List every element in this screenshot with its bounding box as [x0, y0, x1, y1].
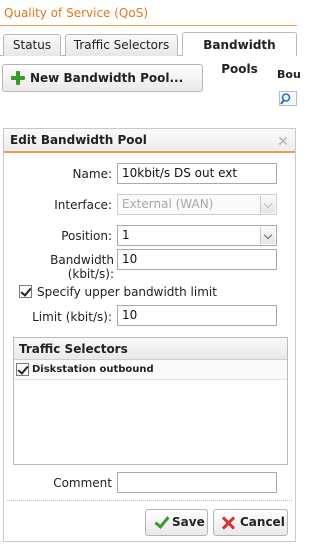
- tab-status[interactable]: Status: [3, 34, 61, 56]
- cancel-label: Cancel: [240, 515, 285, 529]
- tab-bar: Status Traffic Selectors Bandwidth Pools: [0, 26, 297, 76]
- search-field[interactable]: [279, 91, 297, 106]
- name-label: Name:: [72, 167, 112, 181]
- limit-label: Limit (kbit/s):: [32, 310, 112, 324]
- selector-checkbox[interactable]: [16, 363, 29, 376]
- check-icon: [154, 515, 168, 529]
- upper-limit-checkbox[interactable]: [19, 285, 32, 298]
- side-panel-label: Bou: [277, 68, 301, 81]
- position-select[interactable]: 1: [117, 225, 277, 246]
- chevron-down-icon: [260, 196, 275, 213]
- dialog-title: Edit Bandwidth Pool: [10, 133, 147, 147]
- bandwidth-label: Bandwidth (kbit/s):: [50, 253, 114, 281]
- search-icon: [280, 93, 291, 105]
- plus-icon: [11, 71, 25, 85]
- dialog-header: Edit Bandwidth Pool ✕: [4, 129, 295, 153]
- edit-bandwidth-pool-dialog: Edit Bandwidth Pool ✕ Name: 10kbit/s DS …: [3, 128, 296, 542]
- traffic-selectors-title: Traffic Selectors: [14, 338, 287, 360]
- tab-traffic-selectors[interactable]: Traffic Selectors: [65, 34, 178, 56]
- comment-label: Comment: [53, 476, 112, 490]
- cancel-button[interactable]: Cancel: [213, 509, 288, 536]
- list-item[interactable]: Diskstation outbound: [14, 360, 287, 380]
- limit-input[interactable]: 10: [117, 305, 277, 326]
- comment-input[interactable]: [117, 472, 277, 493]
- app-title: Quality of Service (QoS): [0, 0, 297, 26]
- name-input[interactable]: 10kbit/s DS out ext: [117, 163, 277, 184]
- traffic-selectors-group: Traffic Selectors Diskstation outbound: [13, 337, 288, 465]
- interface-label: Interface:: [54, 198, 112, 212]
- tab-bandwidth-pools[interactable]: Bandwidth Pools: [182, 32, 297, 76]
- close-icon[interactable]: ✕: [277, 131, 289, 153]
- new-bandwidth-pool-label: New Bandwidth Pool...: [30, 71, 184, 85]
- interface-select[interactable]: External (WAN): [117, 194, 277, 215]
- save-button[interactable]: Save: [145, 509, 208, 536]
- bandwidth-input[interactable]: 10: [117, 249, 277, 270]
- save-label: Save: [172, 515, 205, 529]
- new-bandwidth-pool-button[interactable]: New Bandwidth Pool...: [2, 64, 203, 92]
- chevron-down-icon[interactable]: [260, 227, 275, 244]
- close-icon: [221, 516, 235, 530]
- upper-limit-label: Specify upper bandwidth limit: [37, 285, 217, 299]
- position-label: Position:: [61, 229, 112, 243]
- divider: [7, 500, 292, 501]
- interface-value: External (WAN): [122, 197, 214, 211]
- selector-label: Diskstation outbound: [32, 364, 154, 375]
- position-value: 1: [122, 228, 130, 242]
